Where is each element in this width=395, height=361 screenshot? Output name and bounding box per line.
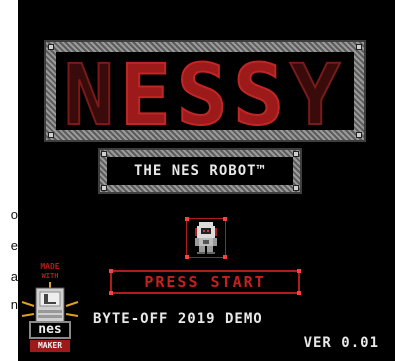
- corner-marker: [297, 291, 301, 295]
- demo-label: BYTE-OFF 2019 DEMO: [93, 311, 263, 327]
- version-label: VER 0.01: [303, 335, 379, 351]
- corner-marker: [109, 291, 113, 295]
- title-logo-frame: NESSY: [44, 40, 366, 142]
- press-start-button[interactable]: PRESS START: [109, 269, 301, 295]
- game-title: NESSY: [56, 52, 354, 138]
- press-start-label: PRESS START: [144, 273, 266, 291]
- title-letters-ess: ESS: [119, 46, 290, 144]
- badge-made-label: MADE: [40, 262, 60, 271]
- badge-maker-label: MAKER: [37, 341, 63, 350]
- subtitle: THE NES ROBOT™: [133, 163, 266, 179]
- made-with-nesmaker-badge: MADE WITH nes MAKER: [20, 258, 80, 358]
- rivet: [101, 185, 107, 191]
- corner-marker: [185, 217, 189, 221]
- corner-marker: [185, 255, 189, 259]
- subtitle-panel: THE NES ROBOT™: [107, 157, 293, 185]
- edge-letter-3: a: [10, 269, 18, 284]
- title-logo-panel: NESSY: [56, 52, 354, 138]
- edge-letter-1: o: [10, 207, 18, 222]
- corner-marker: [109, 269, 113, 273]
- rivet: [48, 44, 54, 50]
- rivet: [293, 185, 299, 191]
- rivet: [48, 132, 54, 138]
- rivet: [293, 151, 299, 157]
- robot-sprite-icon: [195, 222, 217, 254]
- game-screen[interactable]: NESSY THE NES ROBOT™ PRESS START MADE WI…: [18, 0, 395, 361]
- title-letter-y: Y: [289, 46, 347, 144]
- corner-marker: [297, 269, 301, 273]
- robot-portrait: [185, 217, 227, 259]
- subtitle-frame: THE NES ROBOT™: [98, 148, 302, 194]
- edge-letter-4: n: [10, 297, 18, 312]
- edge-letter-2: e: [10, 238, 18, 253]
- corner-marker: [223, 217, 227, 221]
- rivet: [356, 44, 362, 50]
- rivet: [356, 132, 362, 138]
- corner-marker: [223, 255, 227, 259]
- title-letter-n: N: [63, 46, 121, 144]
- badge-brand-label: nes: [38, 322, 62, 337]
- badge-with-label: WITH: [41, 272, 59, 280]
